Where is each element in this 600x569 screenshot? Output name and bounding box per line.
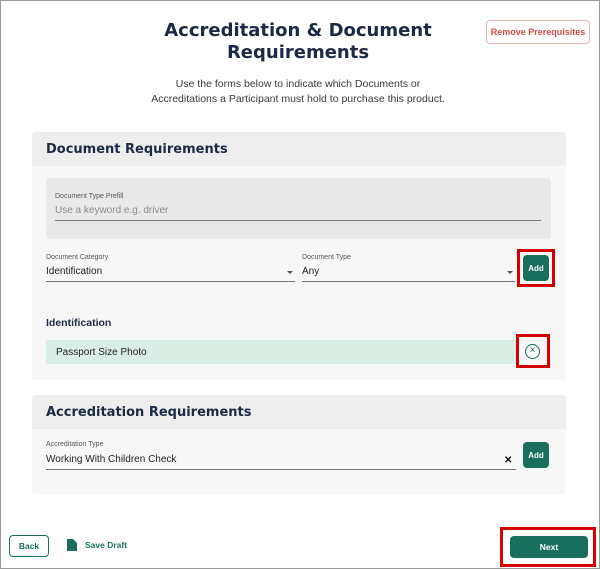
accreditation-type-underline <box>46 469 516 470</box>
page-subtitle: Use the forms below to indicate which Do… <box>130 77 466 107</box>
page-title: Accreditation & Document Requirements <box>150 20 446 64</box>
document-requirements-card: Document Requirements Document Type Pref… <box>32 132 566 380</box>
close-icon[interactable]: ✕ <box>504 455 512 466</box>
save-draft-label: Save Draft <box>85 540 128 550</box>
document-type-underline <box>302 281 515 282</box>
add-accreditation-button[interactable]: Add <box>523 442 549 468</box>
document-category-select[interactable]: Identification <box>46 266 102 277</box>
accreditation-requirements-card: Accreditation Requirements Accreditation… <box>32 395 566 494</box>
document-type-prefill-label: Document Type Prefill <box>55 193 124 200</box>
highlight-next <box>500 527 596 567</box>
highlight-add-document <box>517 249 555 287</box>
document-requirements-header: Document Requirements <box>32 132 566 166</box>
document-category-underline <box>46 281 295 282</box>
highlight-remove-document <box>516 334 550 368</box>
document-type-prefill-underline <box>55 220 541 221</box>
accreditation-requirements-header: Accreditation Requirements <box>32 395 566 429</box>
chevron-down-icon[interactable] <box>287 271 293 274</box>
page-subtitle-line-2: Accreditations a Participant must hold t… <box>151 93 445 105</box>
document-type-select[interactable]: Any <box>302 266 319 277</box>
accreditation-type-label: Accreditation Type <box>46 441 104 448</box>
list-item: Passport Size Photo <box>46 340 516 364</box>
save-draft-button[interactable]: Save Draft <box>67 539 127 551</box>
page-title-line-1: Accreditation & Document <box>164 20 432 41</box>
accreditation-type-input[interactable]: Working With Children Check <box>46 454 176 465</box>
remove-prerequisites-button[interactable]: Remove Prerequisites <box>486 20 590 44</box>
chevron-down-icon[interactable] <box>507 271 513 274</box>
document-type-prefill-field[interactable]: Document Type Prefill Use a keyword e.g.… <box>46 178 551 239</box>
identification-group-label: Identification <box>46 317 112 329</box>
page-subtitle-line-1: Use the forms below to indicate which Do… <box>175 78 421 90</box>
document-item-name: Passport Size Photo <box>56 346 147 358</box>
document-type-prefill-input[interactable]: Use a keyword e.g. driver <box>55 205 168 216</box>
document-icon <box>67 539 77 551</box>
document-category-label: Document Category <box>46 254 109 261</box>
page-title-line-2: Requirements <box>226 42 370 63</box>
document-type-label: Document Type <box>302 254 351 261</box>
back-button[interactable]: Back <box>9 535 49 557</box>
